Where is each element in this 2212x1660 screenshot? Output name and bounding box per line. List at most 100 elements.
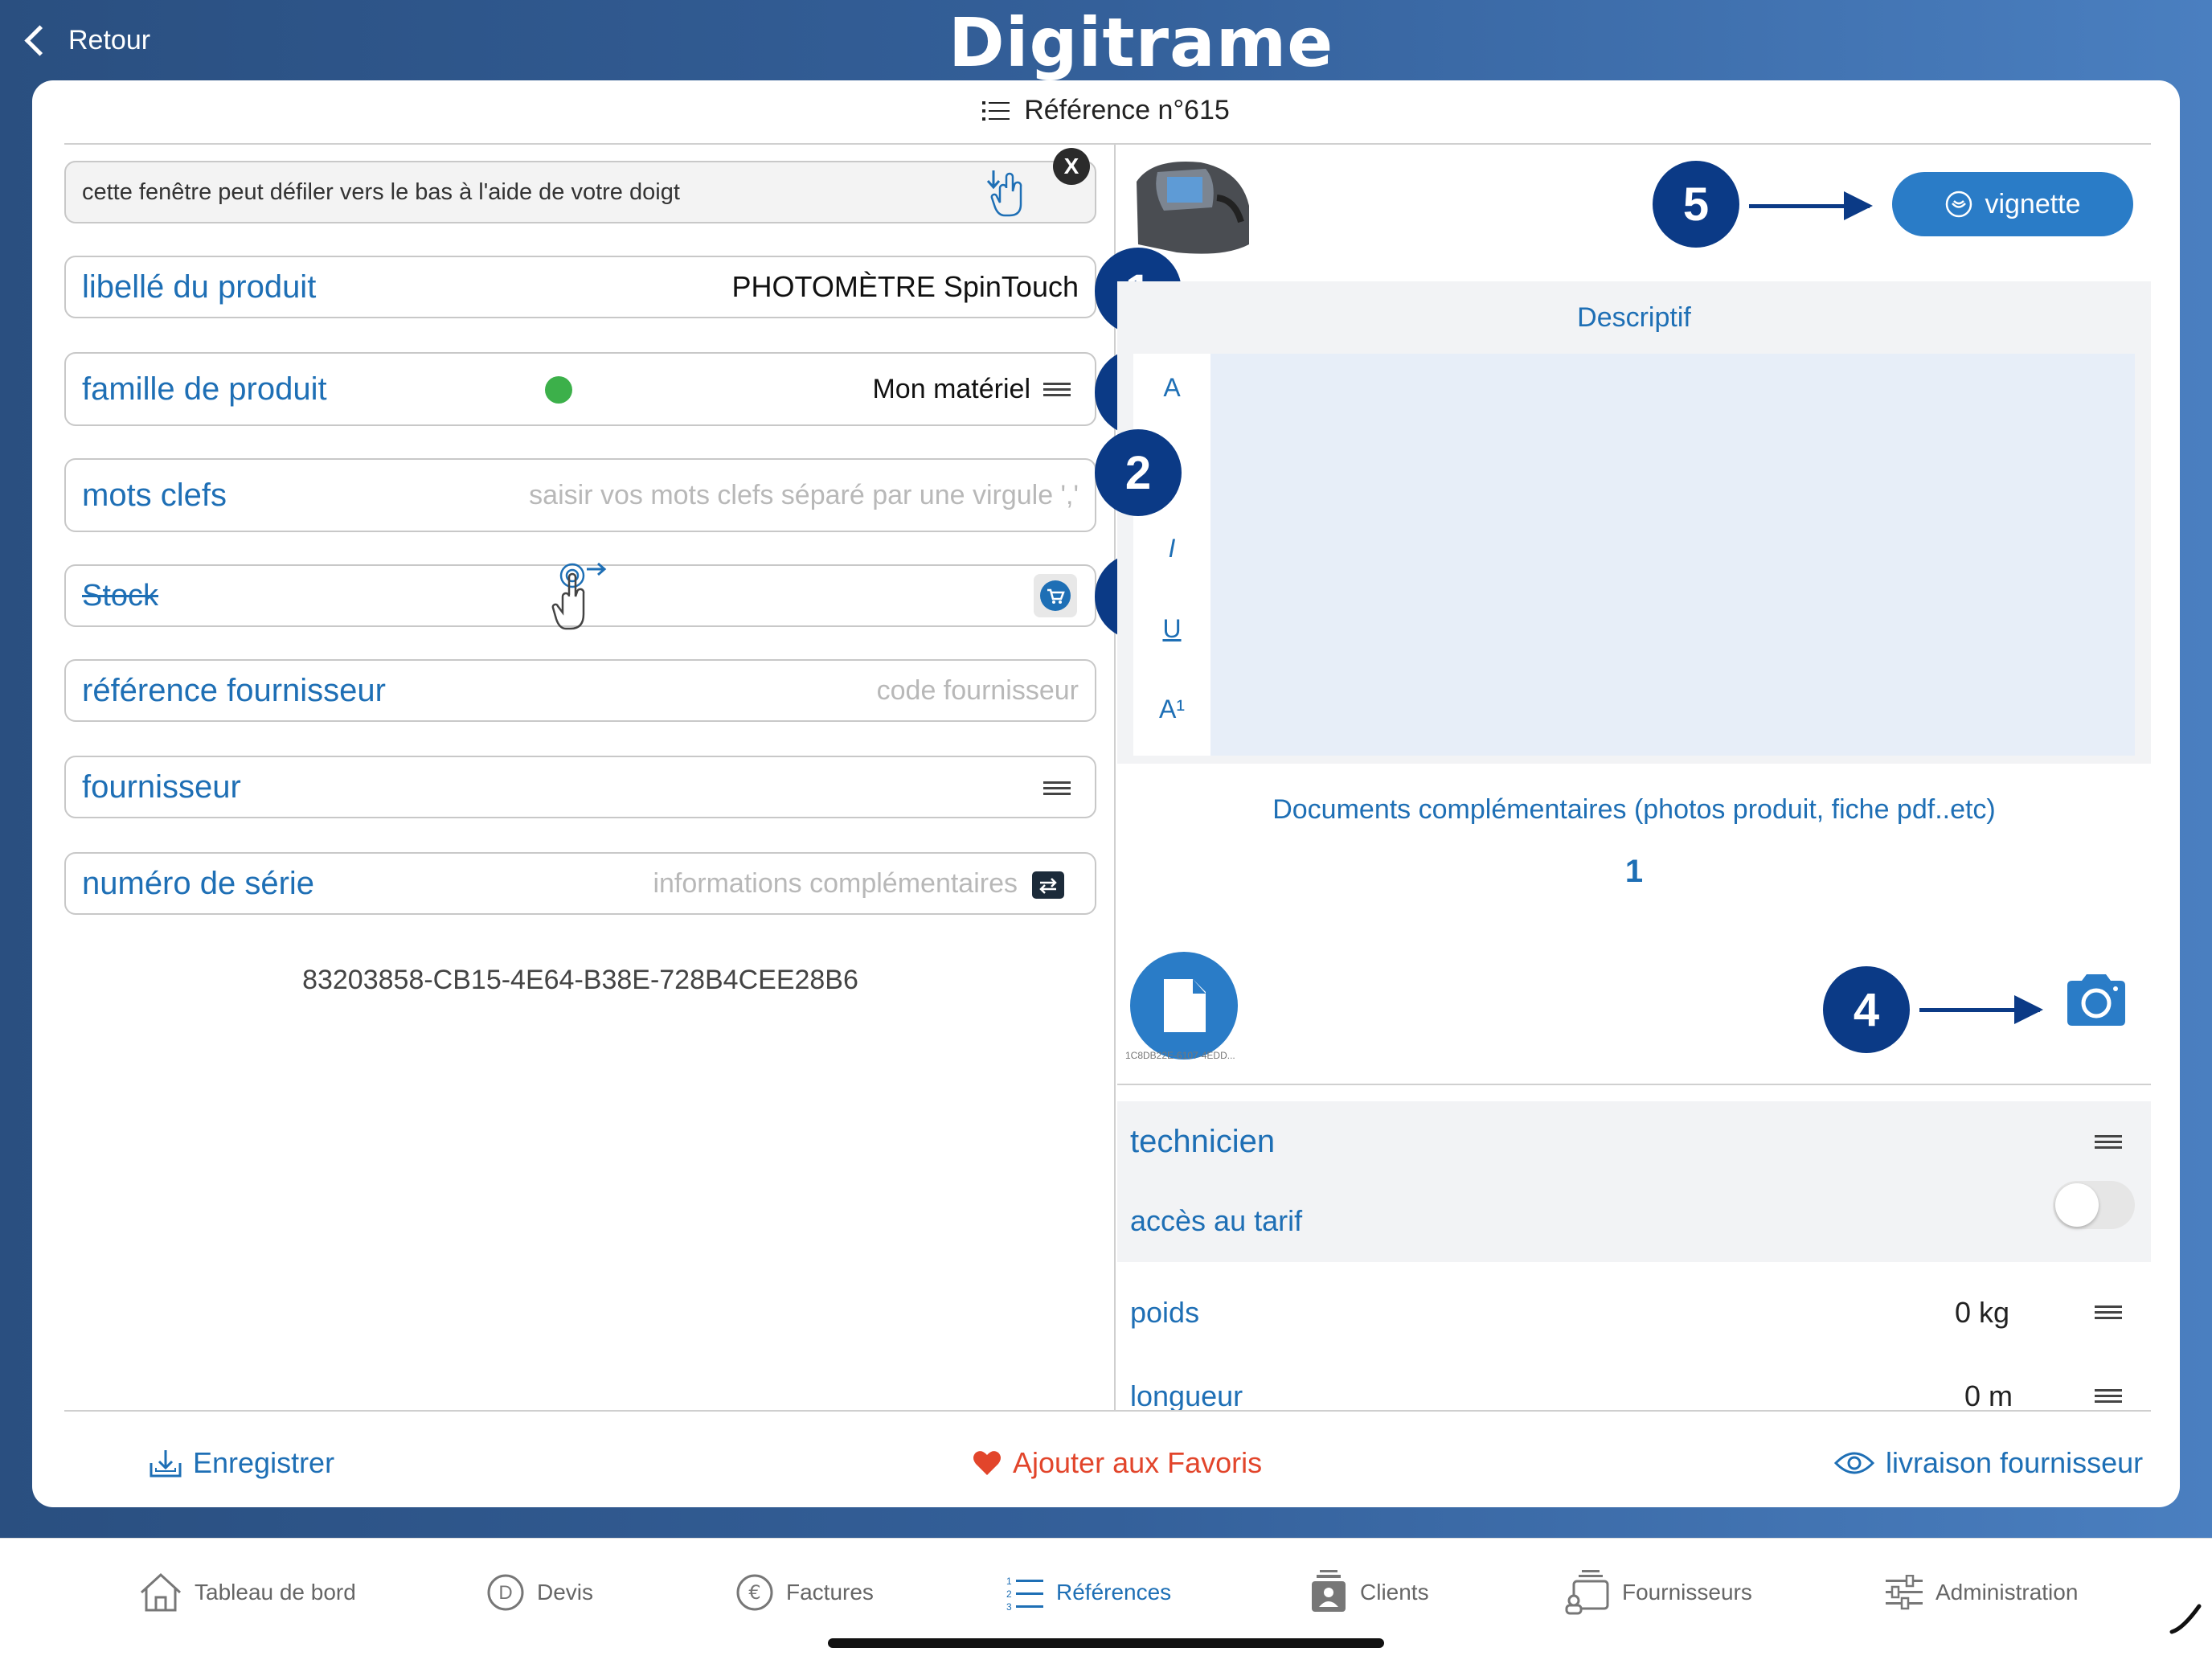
tab-suppliers[interactable]: Fournisseurs — [1564, 1570, 1752, 1615]
menu-icon[interactable] — [2095, 1133, 2122, 1151]
supplier-reference-label: référence fournisseur — [82, 673, 386, 708]
step-badge-2-overlay: 2 — [1095, 429, 1182, 516]
documents-divider — [1117, 1084, 2151, 1085]
save-button[interactable]: Enregistrer — [148, 1439, 334, 1487]
tab-label: Fournisseurs — [1622, 1580, 1752, 1605]
devis-icon: D — [487, 1574, 524, 1611]
euro-icon: € — [736, 1574, 773, 1611]
reference-card: Référence n°615 cette fenêtre peut défil… — [32, 80, 2180, 1507]
supplier-delivery-label: livraison fournisseur — [1886, 1446, 2144, 1479]
camera-icon[interactable] — [2062, 971, 2130, 1029]
footer-divider — [64, 1410, 2151, 1412]
underline-button[interactable]: U — [1133, 614, 1210, 644]
product-thumbnail[interactable] — [1129, 150, 1254, 265]
close-hint-button[interactable]: X — [1053, 148, 1090, 185]
serial-number-placeholder: informations complémentaires — [653, 868, 1018, 899]
page-title: Référence n°615 — [32, 95, 2180, 126]
svg-text:3: 3 — [1006, 1601, 1012, 1610]
list-icon — [982, 100, 1010, 121]
home-icon — [140, 1572, 182, 1612]
font-tool-button[interactable]: A — [1133, 373, 1210, 403]
descriptif-editor[interactable] — [1210, 354, 2135, 756]
tab-label: Factures — [786, 1580, 874, 1605]
product-label-field[interactable]: libellé du produit PHOTOMÈTRE SpinTouch — [64, 256, 1096, 318]
chevron-left-icon — [24, 24, 55, 56]
tab-label: Tableau de bord — [195, 1580, 356, 1605]
keywords-label: mots clefs — [82, 478, 227, 513]
tab-devis[interactable]: D Devis — [485, 1572, 593, 1613]
weight-value[interactable]: 0 kg — [1955, 1296, 2009, 1330]
document-icon — [1164, 979, 1206, 1032]
column-divider — [1114, 145, 1116, 1412]
tab-clients[interactable]: Clients — [1309, 1570, 1429, 1613]
menu-icon[interactable] — [2095, 1304, 2122, 1322]
back-label: Retour — [68, 24, 151, 55]
product-family-value: Mon matériel — [872, 374, 1030, 404]
product-family-label: famille de produit — [82, 371, 327, 407]
product-label-label: libellé du produit — [82, 269, 317, 305]
page-title-text: Référence n°615 — [1024, 95, 1230, 125]
documents-count: 1 — [1624, 854, 1644, 889]
cart-button[interactable] — [1034, 574, 1077, 617]
menu-icon — [1043, 780, 1071, 797]
svg-text:1: 1 — [1006, 1576, 1012, 1587]
tab-invoices[interactable]: € Factures — [735, 1572, 874, 1613]
reference-uuid: 83203858-CB15-4E64-B38E-728B4CEE28B6 — [302, 965, 858, 995]
back-button[interactable]: Retour — [19, 18, 150, 63]
serial-number-label: numéro de série — [82, 866, 315, 901]
weight-label: poids — [1130, 1296, 1200, 1329]
price-access-toggle[interactable] — [2053, 1181, 2135, 1229]
heart-icon — [973, 1451, 1001, 1475]
tab-references[interactable]: 1 2 3 Références — [1006, 1572, 1171, 1613]
documents-title: Documents complémentaires (photos produi… — [1272, 794, 1996, 825]
scroll-hint-text: cette fenêtre peut défiler vers le bas à… — [82, 179, 680, 205]
serial-number-field[interactable]: numéro de série informations complémenta… — [64, 852, 1096, 915]
length-value[interactable]: 0 m — [1964, 1379, 2013, 1410]
vignette-button[interactable]: vignette — [1892, 172, 2133, 236]
supplier-reference-field[interactable]: référence fournisseur code fournisseur — [64, 659, 1096, 722]
descriptif-panel: Descriptif A B I U A¹ — [1117, 281, 2151, 764]
tab-dashboard[interactable]: Tableau de bord — [138, 1572, 356, 1613]
transfer-icon[interactable] — [1032, 871, 1064, 899]
step-badge-4: 4 — [1823, 966, 1910, 1053]
supplier-delivery-button[interactable]: livraison fournisseur — [1834, 1439, 2143, 1487]
header-divider — [64, 143, 2151, 145]
product-label-value: PHOTOMÈTRE SpinTouch — [731, 270, 1079, 303]
supplier-reference-placeholder: code fournisseur — [876, 675, 1079, 706]
tab-label: Administration — [1936, 1580, 2079, 1605]
suppliers-icon — [1565, 1570, 1609, 1615]
tab-label: Clients — [1360, 1580, 1429, 1605]
clients-icon — [1312, 1570, 1346, 1612]
product-family-field[interactable]: famille de produit Mon matériel — [64, 352, 1096, 426]
menu-icon — [1043, 381, 1071, 399]
length-row: longueur 0 m — [1117, 1375, 2151, 1410]
tab-label: Devis — [537, 1580, 594, 1605]
tap-hand-icon — [551, 562, 607, 630]
cart-icon — [1040, 580, 1071, 611]
swipe-down-hand-icon — [986, 170, 1022, 217]
stock-label: Stock — [82, 579, 159, 613]
supplier-field[interactable]: fournisseur — [64, 756, 1096, 818]
supplier-label: fournisseur — [82, 769, 241, 805]
pencil-icon[interactable] — [2167, 1600, 2204, 1637]
app-logo: Digitrame — [948, 3, 1334, 82]
document-thumbnail[interactable] — [1130, 952, 1238, 1060]
technician-label[interactable]: technicien — [1130, 1124, 1275, 1160]
italic-button[interactable]: I — [1133, 534, 1210, 564]
home-indicator — [828, 1638, 1384, 1648]
document-caption: 1C8DB22E-6107-4EDD... — [1125, 1050, 1235, 1061]
svg-text:2: 2 — [1006, 1588, 1012, 1600]
tab-administration[interactable]: Administration — [1884, 1572, 2078, 1613]
stock-field[interactable]: Stock — [64, 562, 1096, 630]
vignette-icon — [1946, 191, 1972, 218]
tab-label: Références — [1056, 1580, 1172, 1605]
superscript-button[interactable]: A¹ — [1133, 695, 1210, 724]
favorite-button[interactable]: Ajouter aux Favoris — [973, 1439, 1262, 1487]
svg-text:D: D — [498, 1582, 512, 1604]
arrow-to-vignette — [1749, 191, 1873, 220]
keywords-field[interactable]: mots clefs saisir vos mots clefs séparé … — [64, 458, 1096, 532]
save-label: Enregistrer — [193, 1446, 335, 1479]
format-toolbar: A B I U A¹ — [1133, 354, 1210, 756]
menu-icon[interactable] — [2095, 1387, 2122, 1405]
step-badge-5: 5 — [1653, 161, 1739, 248]
